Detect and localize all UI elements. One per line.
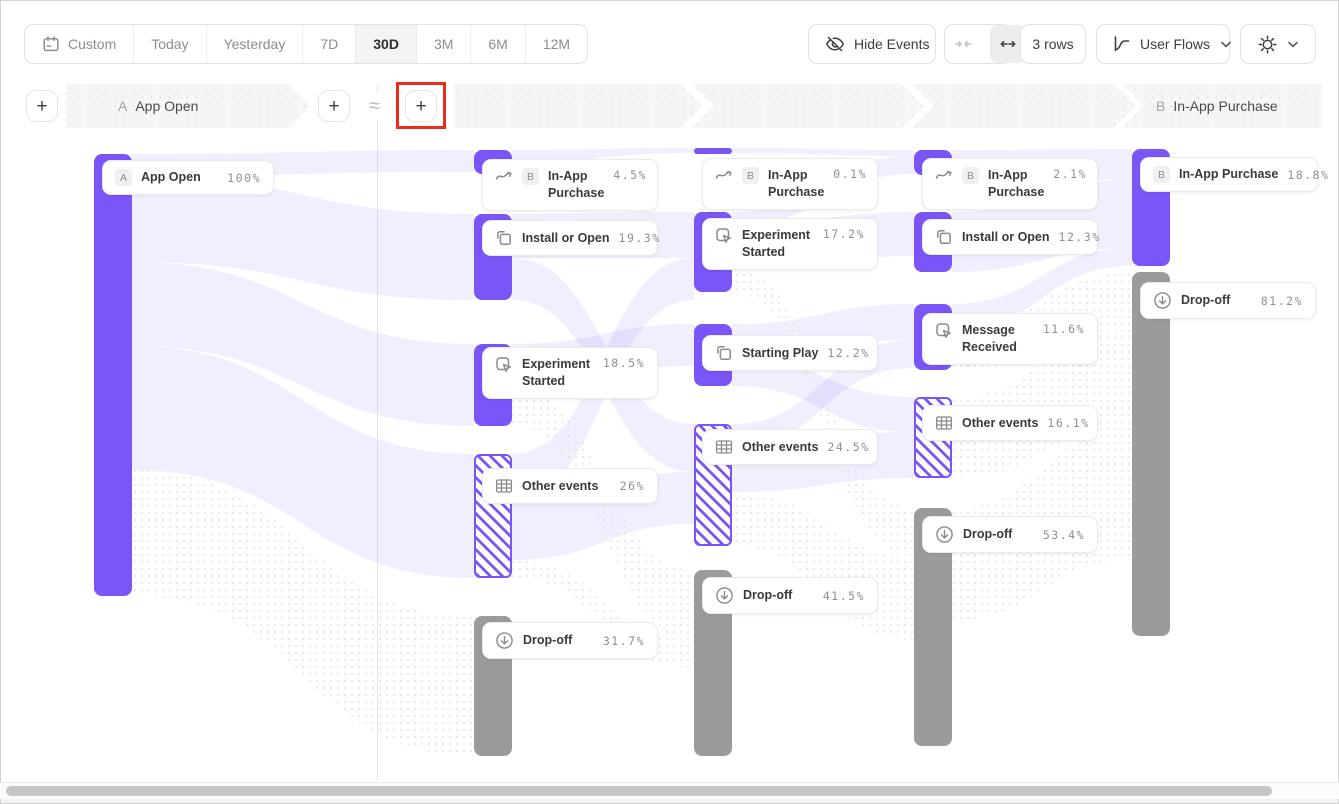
node-name: Other events <box>962 415 1038 432</box>
node-percent: 18.8% <box>1287 168 1329 182</box>
node-name: Other events <box>522 478 611 495</box>
drop-off-icon <box>935 525 954 544</box>
windows-icon <box>715 344 733 362</box>
node-name: Drop-off <box>1181 292 1252 309</box>
node-card-in-app-purchase[interactable]: B In-App Purchase 2.1% <box>922 158 1098 210</box>
node-name: Other events <box>742 439 818 456</box>
drop-off-icon <box>495 631 514 650</box>
step-badge: A <box>115 169 132 186</box>
node-card-other-events[interactable]: Other events 24.5% <box>702 429 878 465</box>
grid-icon <box>495 477 513 495</box>
node-card-drop-off[interactable]: Drop-off 31.7% <box>482 622 658 659</box>
drop-off-icon <box>715 586 734 605</box>
node-name: Drop-off <box>743 587 814 604</box>
click-icon <box>715 227 733 245</box>
node-card-message-received[interactable]: Message Received 11.6% <box>922 313 1098 365</box>
node-card-drop-off[interactable]: Drop-off 81.2% <box>1140 282 1316 319</box>
node-percent: 2.1% <box>1053 167 1087 181</box>
node-percent: 17.2% <box>823 227 865 241</box>
node-name: Experiment Started <box>522 356 594 390</box>
node-card-drop-off[interactable]: Drop-off 53.4% <box>922 516 1098 553</box>
node-percent: 100% <box>227 171 261 185</box>
node-name: Install or Open <box>522 230 610 247</box>
node-percent: 12.2% <box>827 346 869 360</box>
node-name: Install or Open <box>962 229 1050 246</box>
node-card-drop-off[interactable]: Drop-off 41.5% <box>702 577 878 614</box>
node-name: In-App Purchase <box>768 167 824 201</box>
goal-arrow-icon <box>495 168 513 182</box>
node-card-starting-play[interactable]: Starting Play 12.2% <box>702 335 878 371</box>
node-percent: 41.5% <box>823 589 865 603</box>
windows-icon <box>935 228 953 246</box>
step-badge: B <box>1153 166 1170 183</box>
node-bar-app-open[interactable] <box>94 154 132 596</box>
goal-arrow-icon <box>935 167 953 181</box>
node-card-install-or-open[interactable]: Install or Open 19.3% <box>482 220 658 256</box>
node-card-in-app-purchase[interactable]: B In-App Purchase 4.5% <box>482 159 658 211</box>
node-card-in-app-purchase[interactable]: B In-App Purchase 18.8% <box>1140 157 1318 192</box>
node-percent: 24.5% <box>827 440 869 454</box>
node-name: In-App Purchase <box>988 167 1044 201</box>
node-percent: 53.4% <box>1043 528 1085 542</box>
node-percent: 0.1% <box>833 167 867 181</box>
windows-icon <box>495 229 513 247</box>
node-card-other-events[interactable]: Other events 16.1% <box>922 405 1098 441</box>
node-name: In-App Purchase <box>548 168 604 202</box>
node-card-in-app-purchase[interactable]: B In-App Purchase 0.1% <box>702 158 878 210</box>
node-percent: 16.1% <box>1047 416 1089 430</box>
node-percent: 81.2% <box>1261 294 1303 308</box>
node-name: Message Received <box>962 322 1034 356</box>
step-badge: B <box>962 167 979 184</box>
node-card-install-or-open[interactable]: Install or Open 12.3% <box>922 219 1098 255</box>
node-percent: 11.6% <box>1043 322 1085 336</box>
user-flows-report: Custom Today Yesterday 7D 30D 3M 6M 12M … <box>0 0 1339 804</box>
node-percent: 19.3% <box>619 231 661 245</box>
node-name: Experiment Started <box>742 227 814 261</box>
drop-off-icon <box>1153 291 1172 310</box>
node-percent: 18.5% <box>603 356 645 370</box>
node-bar-drop-off[interactable] <box>1132 272 1170 636</box>
node-name: Starting Play <box>742 345 818 362</box>
node-percent: 12.3% <box>1059 230 1101 244</box>
node-name: Drop-off <box>523 632 594 649</box>
node-card-experiment-started[interactable]: Experiment Started 17.2% <box>702 218 878 270</box>
node-percent: 31.7% <box>603 634 645 648</box>
annotation-red-box <box>396 82 446 129</box>
node-name: In-App Purchase <box>1179 166 1278 183</box>
node-name: App Open <box>141 169 218 186</box>
goal-arrow-icon <box>715 167 733 181</box>
node-percent: 4.5% <box>613 168 647 182</box>
node-card-experiment-started[interactable]: Experiment Started 18.5% <box>482 347 658 399</box>
node-name: Drop-off <box>963 526 1034 543</box>
step-badge: B <box>742 167 759 184</box>
grid-icon <box>935 414 953 432</box>
click-icon <box>495 356 513 374</box>
step-badge: B <box>522 168 539 185</box>
node-percent: 26% <box>620 479 645 493</box>
node-bar-in-app-purchase[interactable] <box>694 148 732 154</box>
node-card-app-open[interactable]: A App Open 100% <box>102 160 274 195</box>
node-card-other-events[interactable]: Other events 26% <box>482 468 658 504</box>
grid-icon <box>715 438 733 456</box>
click-icon <box>935 322 953 340</box>
